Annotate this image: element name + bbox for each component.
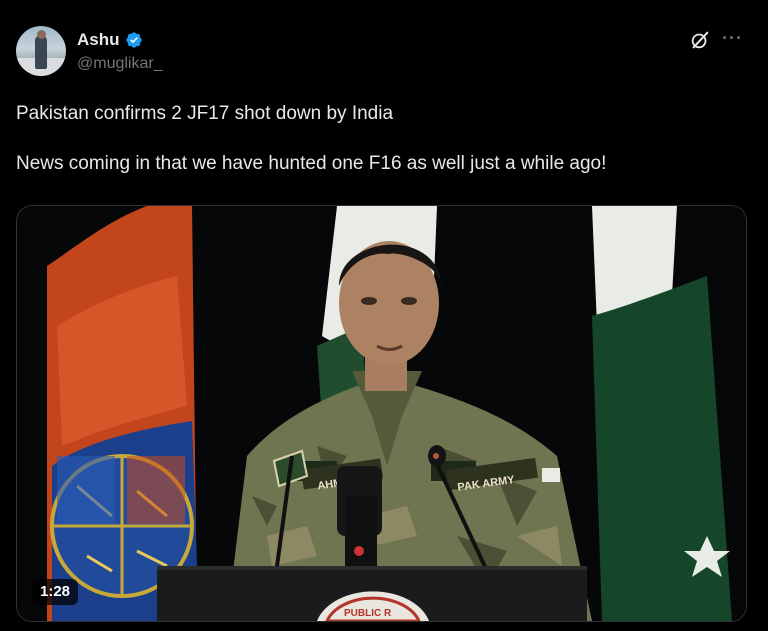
- tweet-text: Pakistan confirms 2 JF17 shot down by In…: [16, 101, 746, 176]
- author-name[interactable]: Ashu: [77, 30, 120, 50]
- podium: PUBLIC R: [157, 566, 587, 621]
- avatar-person-head: [37, 30, 46, 39]
- grok-icon[interactable]: [689, 29, 711, 51]
- podium-seal-text: PUBLIC R: [344, 608, 392, 619]
- tweet-line-1: Pakistan confirms 2 JF17 shot down by In…: [16, 103, 394, 124]
- more-options-icon[interactable]: ···: [722, 28, 743, 49]
- author-handle[interactable]: @muglikar_: [77, 55, 163, 73]
- author-avatar[interactable]: [16, 26, 66, 76]
- author-name-row: Ashu: [77, 30, 143, 50]
- avatar-person: [35, 35, 47, 69]
- video-frame: AHMED PAK ARMY PUBLIC R: [17, 206, 746, 621]
- video-player[interactable]: AHMED PAK ARMY PUBLIC R: [16, 205, 747, 622]
- verified-badge-icon: [125, 32, 142, 48]
- tweet-line-2: News coming in that we have hunted one F…: [16, 153, 607, 174]
- video-duration-badge: 1:28: [32, 579, 79, 605]
- army-flag: [47, 206, 199, 621]
